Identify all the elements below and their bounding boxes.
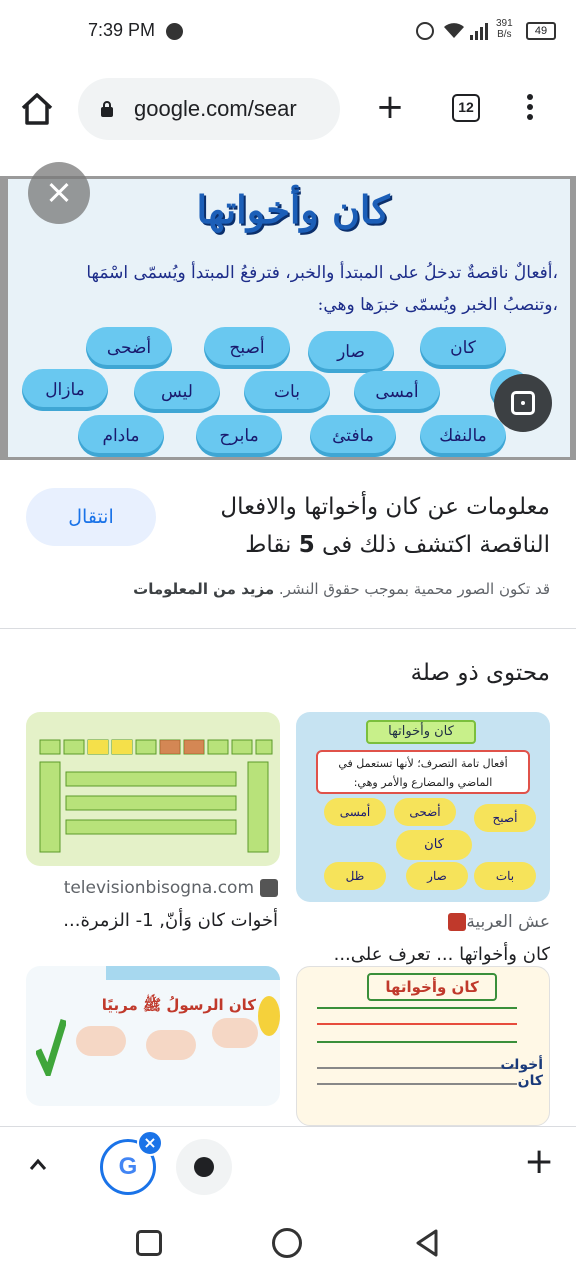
preview-word: صار bbox=[308, 331, 394, 373]
related-thumbnail[interactable]: كان الرسولُ ﷺ مربيًا . bbox=[26, 966, 280, 1106]
preview-word: كان bbox=[420, 327, 506, 369]
system-navigation-bar bbox=[0, 1206, 576, 1280]
preview-text-line1: ،أفعالٌ ناقصةٌ تدخلُ على المبتدأ والخبر،… bbox=[86, 263, 558, 283]
checkmark-icon bbox=[34, 1016, 68, 1082]
alarm-icon bbox=[416, 22, 434, 40]
back-button[interactable] bbox=[412, 1228, 442, 1258]
preview-word: مازال bbox=[22, 369, 108, 411]
related-heading: محتوى ذو صلة bbox=[410, 660, 550, 686]
divider bbox=[0, 628, 576, 629]
url-text: google.com/sear bbox=[134, 96, 297, 121]
network-speed: 391 B/s bbox=[496, 18, 513, 40]
overflow-menu-icon[interactable] bbox=[524, 94, 536, 124]
tab-switcher-button[interactable]: 12 bbox=[452, 94, 480, 122]
preview-word: مالنفك bbox=[420, 415, 506, 457]
image-preview[interactable]: كان وأخواتها ،أفعالٌ ناقصةٌ تدخلُ على ال… bbox=[0, 176, 576, 460]
home-button[interactable] bbox=[272, 1228, 302, 1258]
lock-icon bbox=[101, 101, 113, 117]
new-tab-button[interactable]: + bbox=[374, 90, 406, 124]
preview-word: أمسى bbox=[354, 371, 440, 413]
related-source: televisionbisogna.com bbox=[64, 878, 278, 898]
preview-text-line2: ،وتنصبُ الخبر ويُسمّى خبرَها وهي: bbox=[317, 295, 558, 315]
globe-icon bbox=[194, 1157, 214, 1177]
home-icon[interactable] bbox=[20, 92, 54, 126]
related-thumbnail[interactable] bbox=[26, 712, 280, 866]
tab-strip: G × + bbox=[0, 1126, 576, 1206]
visit-button[interactable]: انتقال bbox=[26, 488, 156, 546]
related-thumbnail[interactable]: كان وأخواتها أخوات كان bbox=[296, 966, 550, 1126]
preview-word: أضحى bbox=[86, 327, 172, 369]
address-bar[interactable]: google.com/sear bbox=[78, 78, 340, 140]
browser-toolbar: google.com/sear + 12 bbox=[0, 64, 576, 154]
preview-word: مابرح bbox=[196, 415, 282, 457]
preview-word: بات bbox=[244, 371, 330, 413]
status-bar: 7:39 PM 391 B/s 49 bbox=[0, 0, 576, 64]
preview-word: أصبح bbox=[204, 327, 290, 369]
google-lens-button[interactable] bbox=[494, 374, 552, 432]
status-time: 7:39 PM bbox=[88, 20, 156, 40]
close-tab-icon[interactable]: × bbox=[137, 1130, 163, 1156]
preview-word: ليس bbox=[134, 371, 220, 413]
related-thumbnail[interactable]: كان وأخواتها أفعال تامة التصرف؛ لأنها تس… bbox=[296, 712, 550, 902]
web-tab[interactable] bbox=[176, 1139, 232, 1195]
messenger-icon bbox=[166, 23, 183, 40]
preview-title: كان وأخواتها bbox=[196, 187, 390, 232]
preview-word: مافتئ bbox=[310, 415, 396, 457]
chevron-up-icon[interactable] bbox=[28, 1155, 48, 1175]
copyright-notice: قد تكون الصور محمية بموجب حقوق النشر. مز… bbox=[133, 580, 550, 598]
more-info-link[interactable]: مزيد من المعلومات bbox=[133, 580, 274, 598]
related-source: عش العربية bbox=[442, 912, 550, 932]
related-caption[interactable]: كان وأخواتها ... تعرف على... bbox=[334, 944, 550, 965]
result-title[interactable]: معلومات عن كان وأخواتها والافعال الناقصة… bbox=[170, 488, 550, 564]
preview-word: مادام bbox=[78, 415, 164, 457]
signal-icon bbox=[470, 20, 490, 40]
close-preview-button[interactable] bbox=[28, 162, 90, 224]
chart-diagram-image bbox=[39, 739, 273, 853]
emoji-icon bbox=[258, 996, 280, 1036]
battery-icon: 49 bbox=[526, 22, 556, 40]
add-tab-button[interactable]: + bbox=[524, 1144, 554, 1180]
google-tab[interactable]: G × bbox=[100, 1130, 163, 1195]
site-favicon-icon bbox=[260, 879, 278, 897]
recents-button[interactable] bbox=[136, 1230, 162, 1256]
wifi-icon bbox=[444, 23, 464, 38]
site-favicon-icon bbox=[448, 913, 467, 931]
related-caption[interactable]: أخوات كان وَأنّ, 1- الزمرة... bbox=[63, 910, 278, 931]
